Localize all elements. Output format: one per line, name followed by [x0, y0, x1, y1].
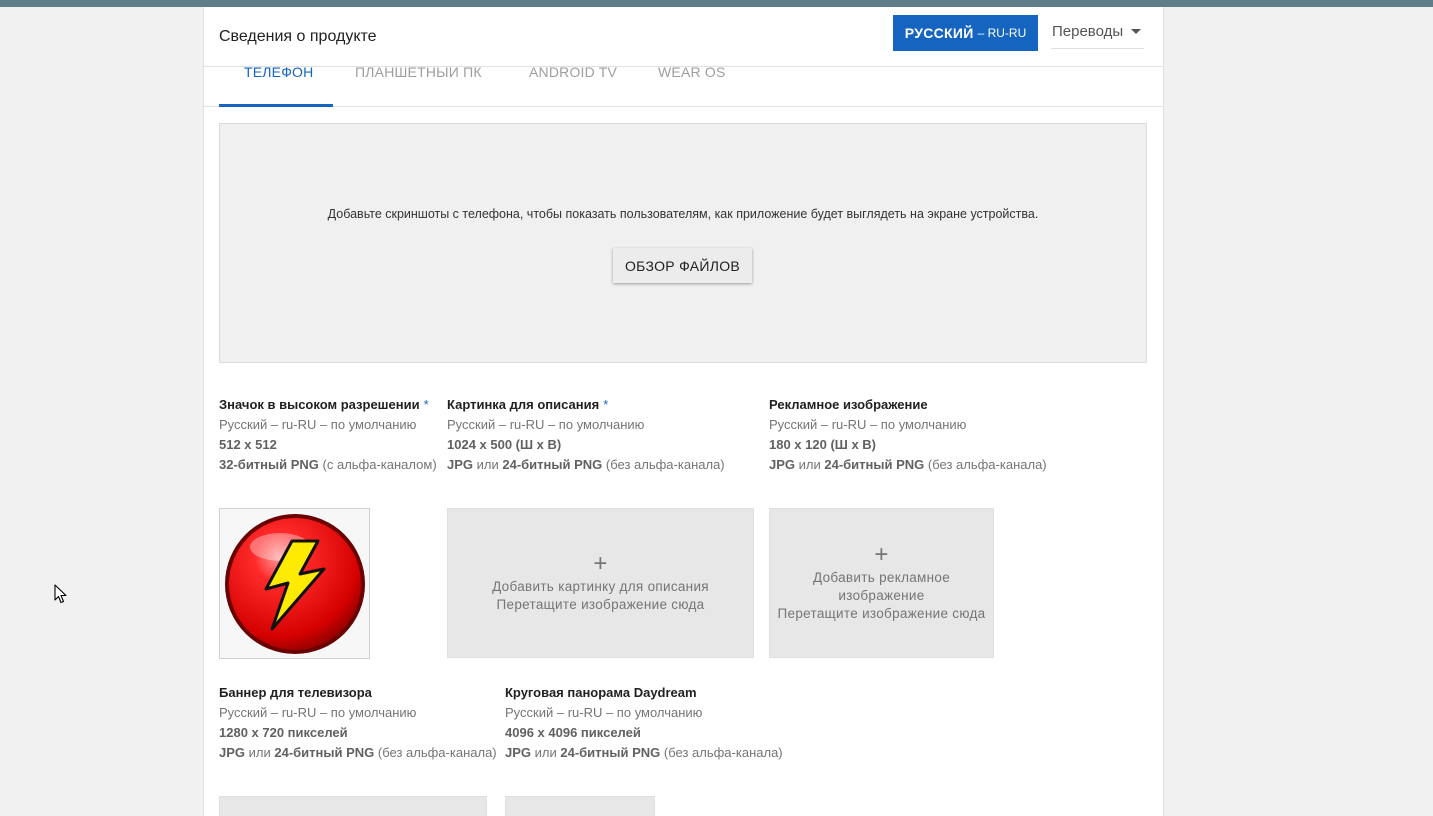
feature-graphic-info: Картинка для описания * Русский – ru-RU –…: [447, 395, 725, 475]
required-marker: *: [603, 397, 609, 412]
lightning-app-icon: [224, 513, 365, 654]
format-or: или: [531, 745, 561, 760]
add-promo-label-2: изображение: [838, 588, 925, 603]
asset-language: Русский – ru-RU – по умолчанию: [769, 417, 967, 432]
screenshot-dropzone[interactable]: Добавьте скриншоты с телефона, чтобы пок…: [219, 123, 1147, 363]
format-or: или: [795, 457, 825, 472]
asset-format-jpg: JPG: [505, 745, 532, 760]
asset-language: Русский – ru-RU – по умолчанию: [447, 417, 645, 432]
tv-banner-info: Баннер для телевизора Русский – ru-RU – …: [219, 683, 497, 763]
add-promo-label: Добавить рекламное: [812, 570, 951, 585]
asset-language: Русский – ru-RU – по умолчанию: [219, 417, 417, 432]
asset-format: 32-битный PNG: [219, 457, 319, 472]
promo-graphic-info: Рекламное изображение Русский – ru-RU – …: [769, 395, 1047, 475]
dropzone-hint: Добавьте скриншоты с телефона, чтобы пок…: [327, 207, 1039, 221]
asset-format-note: (без альфа-канала): [660, 745, 783, 760]
asset-size: 512 x 512: [219, 437, 277, 452]
format-or: или: [473, 457, 503, 472]
plus-icon: +: [874, 541, 889, 568]
drag-hint: Перетащите изображение сюда: [496, 597, 705, 612]
add-tv-banner-slot[interactable]: [219, 796, 487, 816]
required-marker: *: [423, 397, 429, 412]
plus-icon: +: [593, 550, 608, 577]
language-button[interactable]: РУССКИЙ – RU-RU: [893, 15, 1038, 51]
hires-icon-preview[interactable]: [219, 508, 370, 659]
daydream-panorama-info: Круговая панорама Daydream Русский – ru-…: [505, 683, 783, 763]
asset-format-jpg: JPG: [769, 457, 796, 472]
asset-title: Картинка для описания: [447, 397, 600, 412]
add-daydream-slot[interactable]: [505, 796, 655, 816]
mouse-cursor-icon: [54, 584, 67, 604]
translations-label: Переводы: [1052, 23, 1124, 40]
active-tab-indicator: [219, 104, 333, 107]
asset-title: Баннер для телевизора: [219, 685, 372, 700]
asset-title: Круговая панорама Daydream: [505, 685, 697, 700]
asset-format-note: (с альфа-каналом): [318, 457, 437, 472]
asset-format-png: 24-битный PNG: [274, 745, 375, 760]
asset-size: 4096 x 4096 пикселей: [505, 725, 641, 740]
asset-format-jpg: JPG: [447, 457, 474, 472]
add-feature-label: Добавить картинку для описания: [492, 579, 709, 594]
asset-format-note: (без альфа-канала): [602, 457, 725, 472]
asset-format-png: 24-битный PNG: [824, 457, 925, 472]
asset-format-jpg: JPG: [219, 745, 246, 760]
add-feature-graphic-slot[interactable]: + Добавить картинку для описания Перетащ…: [447, 508, 754, 658]
language-code: – RU-RU: [977, 26, 1027, 40]
drag-hint: Перетащите изображение сюда: [777, 606, 986, 621]
asset-format-note: (без альфа-канала): [924, 457, 1047, 472]
asset-size: 1280 x 720 пикселей: [219, 725, 348, 740]
language-name: РУССКИЙ: [904, 25, 974, 41]
caret-down-icon: [1131, 29, 1142, 34]
translations-dropdown[interactable]: Переводы: [1051, 15, 1144, 49]
product-details-card: ТЕЛЕФОН ПЛАНШЕТНЫЙ ПК ANDROID TV WEAR OS…: [203, 7, 1164, 816]
top-strip: [0, 0, 1433, 7]
page-title: Сведения о продукте: [219, 28, 377, 45]
asset-title: Рекламное изображение: [769, 397, 928, 412]
asset-language: Русский – ru-RU – по умолчанию: [505, 705, 703, 720]
format-or: или: [245, 745, 275, 760]
asset-language: Русский – ru-RU – по умолчанию: [219, 705, 417, 720]
browse-files-button[interactable]: ОБЗОР ФАЙЛОВ: [613, 248, 752, 283]
asset-size: 180 x 120 (Ш x В): [769, 437, 877, 452]
add-promo-graphic-slot[interactable]: + Добавить рекламное изображение Перетащ…: [769, 508, 994, 658]
asset-title: Значок в высоком разрешении: [219, 397, 420, 412]
sticky-header: Сведения о продукте РУССКИЙ – RU-RU Пере…: [204, 7, 1163, 67]
asset-size: 1024 x 500 (Ш x В): [447, 437, 562, 452]
asset-format-png: 24-битный PNG: [560, 745, 661, 760]
hires-icon-info: Значок в высоком разрешении * Русский – r…: [219, 395, 437, 475]
asset-format-note: (без альфа-канала): [374, 745, 497, 760]
asset-format-png: 24-битный PNG: [502, 457, 603, 472]
